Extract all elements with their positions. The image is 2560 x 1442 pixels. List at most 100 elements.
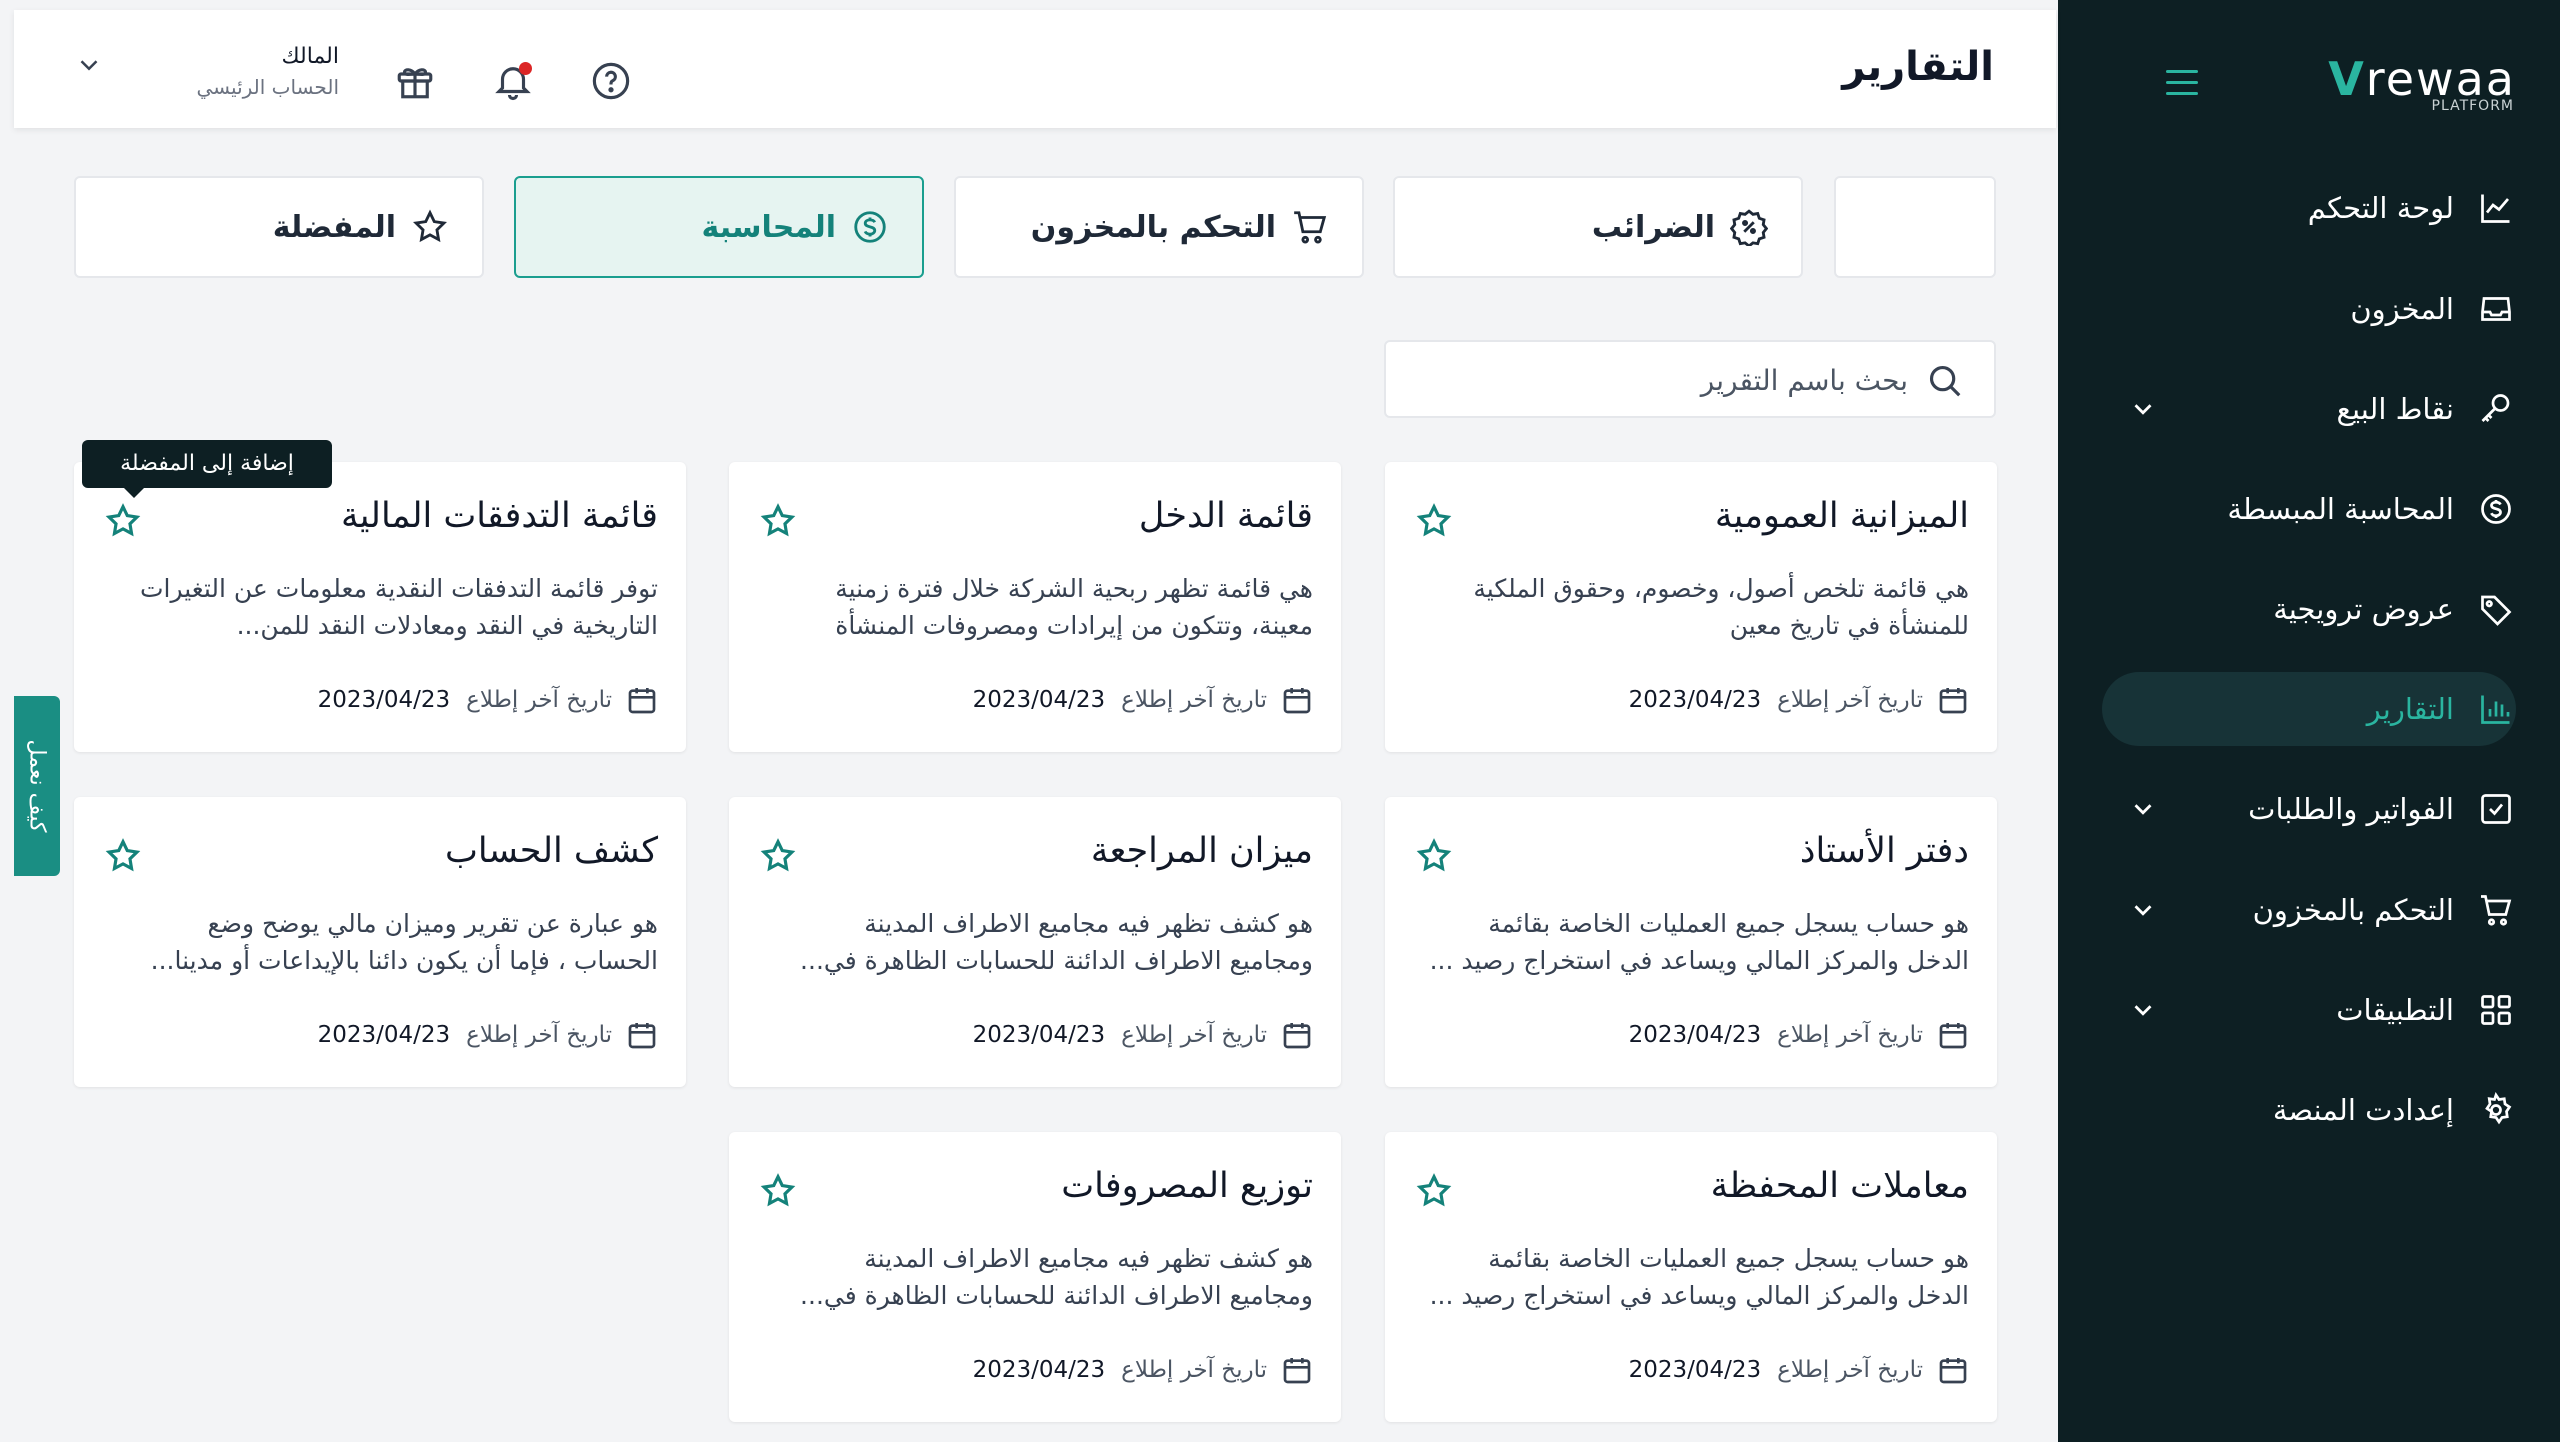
favorite-star-icon[interactable] <box>104 837 142 875</box>
chevron-down-icon[interactable] <box>2128 895 2158 925</box>
calendar-icon <box>1939 1358 1967 1384</box>
report-meta: تاريخ آخر إطلاع 2023/04/23 <box>1629 1019 1969 1051</box>
report-card[interactable]: معاملات المحفظة هو حساب يسجل جميع العملي… <box>1385 1132 1997 1422</box>
report-title: توزيع المصروفات <box>1061 1166 1313 1206</box>
sidebar-item-label: نقاط البيع <box>2336 392 2454 426</box>
brand-mark-icon: V <box>2328 52 2366 106</box>
report-title: قائمة التدفقات المالية <box>340 496 658 536</box>
sidebar-item-promotions[interactable]: عروض ترويجية <box>2102 572 2516 646</box>
chevron-down-icon[interactable] <box>74 50 104 80</box>
brand-sub: PLATFORM <box>2431 98 2514 114</box>
report-meta: تاريخ آخر إطلاع 2023/04/23 <box>318 684 658 716</box>
sidebar-item-apps[interactable]: التطبيقات <box>2102 973 2516 1047</box>
report-meta: تاريخ آخر إطلاع 2023/04/23 <box>973 1354 1313 1386</box>
report-title: معاملات المحفظة <box>1710 1166 1969 1206</box>
how-it-works-label: كيف نعمل <box>24 739 50 833</box>
sidebar-item-stock-control[interactable]: التحكم بالمخزون <box>2102 873 2516 947</box>
brand-logo[interactable]: Vrewaa PLATFORM <box>2316 52 2516 118</box>
tab-label: المحاسبة <box>701 209 837 245</box>
sidebar-item-pos[interactable]: نقاط البيع <box>2102 372 2516 446</box>
dollar-circle-icon <box>850 207 890 247</box>
report-card[interactable]: قائمة الدخل هي قائمة تظهر ربحية الشركة خ… <box>729 462 1341 752</box>
tab-taxes[interactable]: الضرائب <box>1393 176 1803 278</box>
last-viewed-date: 2023/04/23 <box>317 1022 451 1048</box>
report-description: هو كشف تظهر فيه مجاميع الاطراف المدينة و… <box>800 1244 1313 1310</box>
check-square-icon <box>2476 789 2516 829</box>
menu-toggle-icon[interactable] <box>2166 70 2198 96</box>
search-icon <box>1929 365 1961 397</box>
report-card[interactable]: ميزان المراجعة هو كشف تظهر فيه مجاميع ال… <box>729 797 1341 1087</box>
inbox-icon <box>2476 289 2516 329</box>
tab-more[interactable] <box>1834 176 1996 278</box>
chevron-down-icon[interactable] <box>2128 995 2158 1025</box>
tab-accounting[interactable]: المحاسبة <box>514 176 924 278</box>
key-icon <box>2476 389 2516 429</box>
report-meta: تاريخ آخر إطلاع 2023/04/23 <box>973 1019 1313 1051</box>
calendar-icon <box>1283 1358 1311 1384</box>
last-viewed-label: تاريخ آخر إطلاع <box>1777 687 1923 713</box>
report-card[interactable]: كشف الحساب هو عبارة عن تقرير وميزان مالي… <box>74 797 686 1087</box>
last-viewed-date: 2023/04/23 <box>1628 1357 1762 1383</box>
last-viewed-label: تاريخ آخر إطلاع <box>1121 687 1267 713</box>
notification-dot <box>519 62 532 75</box>
report-description: هي قائمة تلخص أصول، وخصوم، وحقوق الملكية… <box>1473 574 1969 640</box>
last-viewed-label: تاريخ آخر إطلاع <box>466 1022 612 1048</box>
sidebar-item-label: التطبيقات <box>2336 993 2454 1027</box>
sidebar-item-accounting[interactable]: المحاسبة المبسطة <box>2102 472 2516 546</box>
sidebar-item-label: التحكم بالمخزون <box>2252 893 2454 927</box>
favorite-star-icon[interactable] <box>759 837 797 875</box>
sidebar: Vrewaa PLATFORM لوحة التحكم المخزون نقاط… <box>2058 0 2560 1442</box>
chevron-down-icon[interactable] <box>2128 794 2158 824</box>
how-it-works-tab[interactable]: كيف نعمل <box>14 696 60 876</box>
sidebar-item-reports[interactable]: التقارير <box>2102 672 2516 746</box>
tab-stock-control[interactable]: التحكم بالمخزون <box>954 176 1364 278</box>
calendar-icon <box>1283 1023 1311 1049</box>
tab-label: التحكم بالمخزون <box>1030 209 1276 245</box>
percent-badge-icon <box>1729 207 1769 247</box>
tab-favorites[interactable]: المفضلة <box>74 176 484 278</box>
last-viewed-label: تاريخ آخر إطلاع <box>1777 1357 1923 1383</box>
notifications-button[interactable] <box>492 60 534 102</box>
last-viewed-date: 2023/04/23 <box>1628 1022 1762 1048</box>
calendar-icon <box>1939 688 1967 714</box>
tab-label: الضرائب <box>1591 209 1715 245</box>
favorite-star-icon[interactable] <box>1415 502 1453 540</box>
favorite-star-icon[interactable] <box>759 1172 797 1210</box>
user-menu[interactable]: المالك الحساب الرئيسي <box>169 44 339 99</box>
sidebar-item-label: المحاسبة المبسطة <box>2227 492 2454 526</box>
sidebar-item-settings[interactable]: إعدادت المنصة <box>2102 1073 2516 1147</box>
report-description: هو عبارة عن تقرير وميزان مالي يوضح وضع ا… <box>150 909 658 975</box>
sidebar-item-label: إعدادت المنصة <box>2272 1093 2454 1127</box>
last-viewed-date: 2023/04/23 <box>972 1022 1106 1048</box>
sidebar-item-label: لوحة التحكم <box>2307 191 2454 225</box>
chevron-down-icon[interactable] <box>2128 394 2158 424</box>
favorite-star-icon[interactable] <box>1415 1172 1453 1210</box>
sidebar-item-inventory[interactable]: المخزون <box>2102 272 2516 346</box>
favorite-star-icon[interactable] <box>1415 837 1453 875</box>
gear-icon <box>2476 1090 2516 1130</box>
search-input[interactable] <box>1428 356 1908 404</box>
last-viewed-date: 2023/04/23 <box>317 687 451 713</box>
last-viewed-date: 2023/04/23 <box>1628 687 1762 713</box>
report-card[interactable]: دفتر الأستاذ هو حساب يسجل جميع العمليات … <box>1385 797 1997 1087</box>
calendar-icon <box>1283 688 1311 714</box>
report-card[interactable]: الميزانية العمومية هي قائمة تلخص أصول، و… <box>1385 462 1997 752</box>
calendar-icon <box>1939 1023 1967 1049</box>
report-meta: تاريخ آخر إطلاع 2023/04/23 <box>318 1019 658 1051</box>
report-card[interactable]: قائمة التدفقات المالية توفر قائمة التدفق… <box>74 462 686 752</box>
sidebar-item-label: الفواتير والطلبات <box>2248 792 2454 826</box>
favorite-star-icon[interactable] <box>759 502 797 540</box>
help-icon[interactable] <box>590 60 632 102</box>
gift-icon[interactable] <box>394 60 436 102</box>
favorite-star-icon[interactable] <box>104 502 142 540</box>
calendar-icon <box>628 688 656 714</box>
sidebar-item-dashboard[interactable]: لوحة التحكم <box>2102 171 2516 245</box>
sidebar-item-invoices[interactable]: الفواتير والطلبات <box>2102 772 2516 846</box>
last-viewed-label: تاريخ آخر إطلاع <box>466 687 612 713</box>
last-viewed-label: تاريخ آخر إطلاع <box>1121 1357 1267 1383</box>
sidebar-item-label: التقارير <box>2366 692 2454 726</box>
sidebar-item-label: المخزون <box>2350 292 2454 326</box>
report-card[interactable]: توزيع المصروفات هو كشف تظهر فيه مجاميع ا… <box>729 1132 1341 1422</box>
grid-icon <box>2476 990 2516 1030</box>
star-icon <box>410 207 450 247</box>
